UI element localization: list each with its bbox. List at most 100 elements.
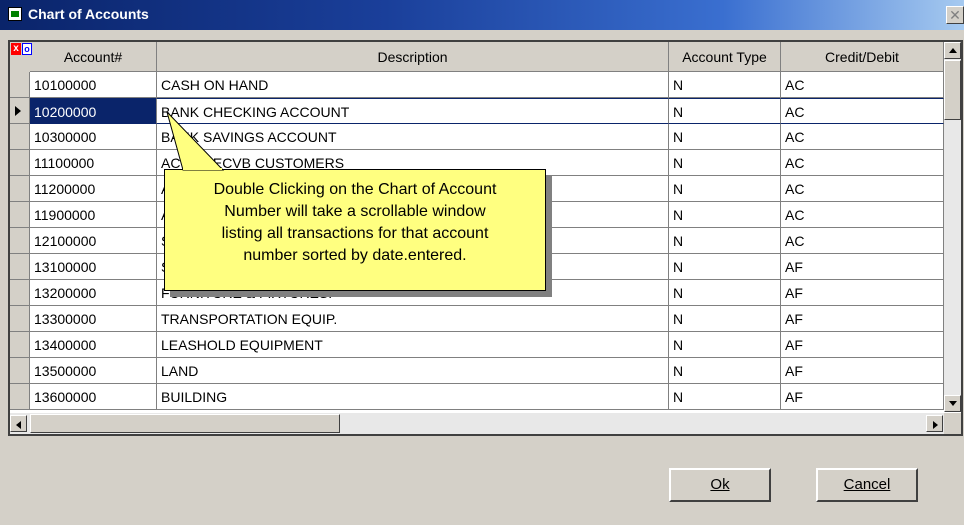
cell-credit-debit[interactable]: AC	[781, 150, 944, 176]
scroll-up-button[interactable]	[944, 42, 961, 59]
horizontal-scroll-thumb[interactable]	[30, 414, 340, 433]
cell-account[interactable]: 10100000	[30, 72, 157, 98]
grid-header: x o Account# Description Account Type Cr…	[10, 42, 944, 72]
cell-account-type[interactable]: N	[669, 98, 781, 124]
cell-credit-debit[interactable]: AC	[781, 98, 944, 124]
row-indicator[interactable]	[10, 72, 30, 98]
cancel-button[interactable]: Cancel	[816, 468, 918, 502]
cell-account[interactable]: 11100000	[30, 150, 157, 176]
cell-account-type[interactable]: N	[669, 228, 781, 254]
cell-account-type[interactable]: N	[669, 384, 781, 410]
row-indicator[interactable]	[10, 332, 30, 358]
row-indicator[interactable]	[10, 280, 30, 306]
cell-account-type[interactable]: N	[669, 176, 781, 202]
cell-credit-debit[interactable]: AC	[781, 202, 944, 228]
row-indicator[interactable]	[10, 150, 30, 176]
tooltip-line: number sorted by date.entered.	[243, 247, 467, 264]
ok-button-label: Ok	[710, 476, 730, 493]
cell-credit-debit[interactable]: AF	[781, 254, 944, 280]
row-indicator[interactable]	[10, 124, 30, 150]
cell-account-type[interactable]: N	[669, 72, 781, 98]
column-header-credit-debit[interactable]: Credit/Debit	[781, 42, 944, 72]
cell-credit-debit[interactable]: AC	[781, 124, 944, 150]
table-row[interactable]: 13500000 LAND N AF	[10, 358, 944, 384]
cell-account[interactable]: 11900000	[30, 202, 157, 228]
row-indicator[interactable]	[10, 98, 30, 124]
close-button[interactable]: ✕	[946, 6, 964, 24]
cell-description[interactable]: BANK CHECKING ACCOUNT	[157, 98, 669, 124]
cell-account[interactable]: 13600000	[30, 384, 157, 410]
tooltip-line: listing all transactions for that accoun…	[221, 225, 489, 242]
cell-account[interactable]: 13400000	[30, 332, 157, 358]
cell-credit-debit[interactable]: AF	[781, 332, 944, 358]
scroll-corner	[944, 413, 961, 434]
cell-account[interactable]: 13200000	[30, 280, 157, 306]
tooltip-line: Number will take a scrollable window	[224, 203, 486, 220]
cell-description[interactable]: LEASHOLD EQUIPMENT	[157, 332, 669, 358]
cell-account[interactable]: 13300000	[30, 306, 157, 332]
horizontal-scrollbar[interactable]	[10, 413, 944, 434]
table-row[interactable]: 10100000 CASH ON HAND N AC	[10, 72, 944, 98]
row-indicator[interactable]	[10, 228, 30, 254]
table-row[interactable]: 10300000 BANK SAVINGS ACCOUNT N AC	[10, 124, 944, 150]
vertical-scrollbar[interactable]	[944, 42, 961, 412]
cell-account-type[interactable]: N	[669, 306, 781, 332]
vertical-scroll-thumb[interactable]	[944, 60, 961, 120]
scroll-right-button[interactable]	[926, 415, 943, 432]
help-tooltip: Double Clicking on the Chart of Account …	[164, 169, 546, 291]
row-indicator[interactable]	[10, 384, 30, 410]
row-indicator[interactable]	[10, 176, 30, 202]
cell-credit-debit[interactable]: AC	[781, 72, 944, 98]
cell-credit-debit[interactable]: AF	[781, 280, 944, 306]
cell-account-type[interactable]: N	[669, 358, 781, 384]
cell-account-type[interactable]: N	[669, 280, 781, 306]
cell-credit-debit[interactable]: AF	[781, 358, 944, 384]
scroll-left-button[interactable]	[10, 415, 27, 432]
cell-account-type[interactable]: N	[669, 124, 781, 150]
arrow-left-icon	[16, 421, 21, 429]
arrow-up-icon	[949, 48, 957, 53]
cell-description[interactable]: LAND	[157, 358, 669, 384]
cell-account-type[interactable]: N	[669, 150, 781, 176]
row-indicator[interactable]	[10, 358, 30, 384]
cell-credit-debit[interactable]: AF	[781, 306, 944, 332]
table-row[interactable]: 13400000 LEASHOLD EQUIPMENT N AF	[10, 332, 944, 358]
tooltip-pointer	[166, 111, 225, 171]
scroll-down-button[interactable]	[944, 395, 961, 412]
cell-credit-debit[interactable]: AC	[781, 228, 944, 254]
cell-account-type[interactable]: N	[669, 202, 781, 228]
cell-account[interactable]: 10200000	[30, 98, 157, 124]
chart-of-accounts-window: Chart of Accounts ✕ x o Account# Descrip…	[0, 0, 964, 525]
cell-account[interactable]: 11200000	[30, 176, 157, 202]
cell-description[interactable]: BUILDING	[157, 384, 669, 410]
cancel-button-label: Cancel	[843, 476, 891, 493]
cell-account-type[interactable]: N	[669, 254, 781, 280]
column-header-account-type[interactable]: Account Type	[669, 42, 781, 72]
cell-account[interactable]: 13500000	[30, 358, 157, 384]
arrow-right-icon	[933, 421, 938, 429]
delete-row-icon[interactable]: x	[11, 43, 21, 55]
cell-description[interactable]: CASH ON HAND	[157, 72, 669, 98]
cell-account[interactable]: 12100000	[30, 228, 157, 254]
row-indicator[interactable]	[10, 306, 30, 332]
cell-description[interactable]: BANK SAVINGS ACCOUNT	[157, 124, 669, 150]
table-row[interactable]: 10200000 BANK CHECKING ACCOUNT N AC	[10, 98, 944, 124]
app-icon	[8, 7, 22, 21]
cell-account-type[interactable]: N	[669, 332, 781, 358]
row-indicator[interactable]	[10, 202, 30, 228]
table-row[interactable]: 13300000 TRANSPORTATION EQUIP. N AF	[10, 306, 944, 332]
column-header-account[interactable]: Account#	[30, 42, 157, 72]
cell-description[interactable]: TRANSPORTATION EQUIP.	[157, 306, 669, 332]
title-bar[interactable]: Chart of Accounts ✕	[0, 0, 964, 30]
cell-account[interactable]: 13100000	[30, 254, 157, 280]
row-buttons: x o	[10, 42, 32, 72]
tooltip-line: Double Clicking on the Chart of Account	[213, 181, 497, 198]
cell-credit-debit[interactable]: AC	[781, 176, 944, 202]
cell-account[interactable]: 10300000	[30, 124, 157, 150]
window-title: Chart of Accounts	[28, 6, 149, 22]
ok-button[interactable]: Ok	[669, 468, 771, 502]
cell-credit-debit[interactable]: AF	[781, 384, 944, 410]
table-row[interactable]: 13600000 BUILDING N AF	[10, 384, 944, 410]
column-header-description[interactable]: Description	[157, 42, 669, 72]
row-indicator[interactable]	[10, 254, 30, 280]
